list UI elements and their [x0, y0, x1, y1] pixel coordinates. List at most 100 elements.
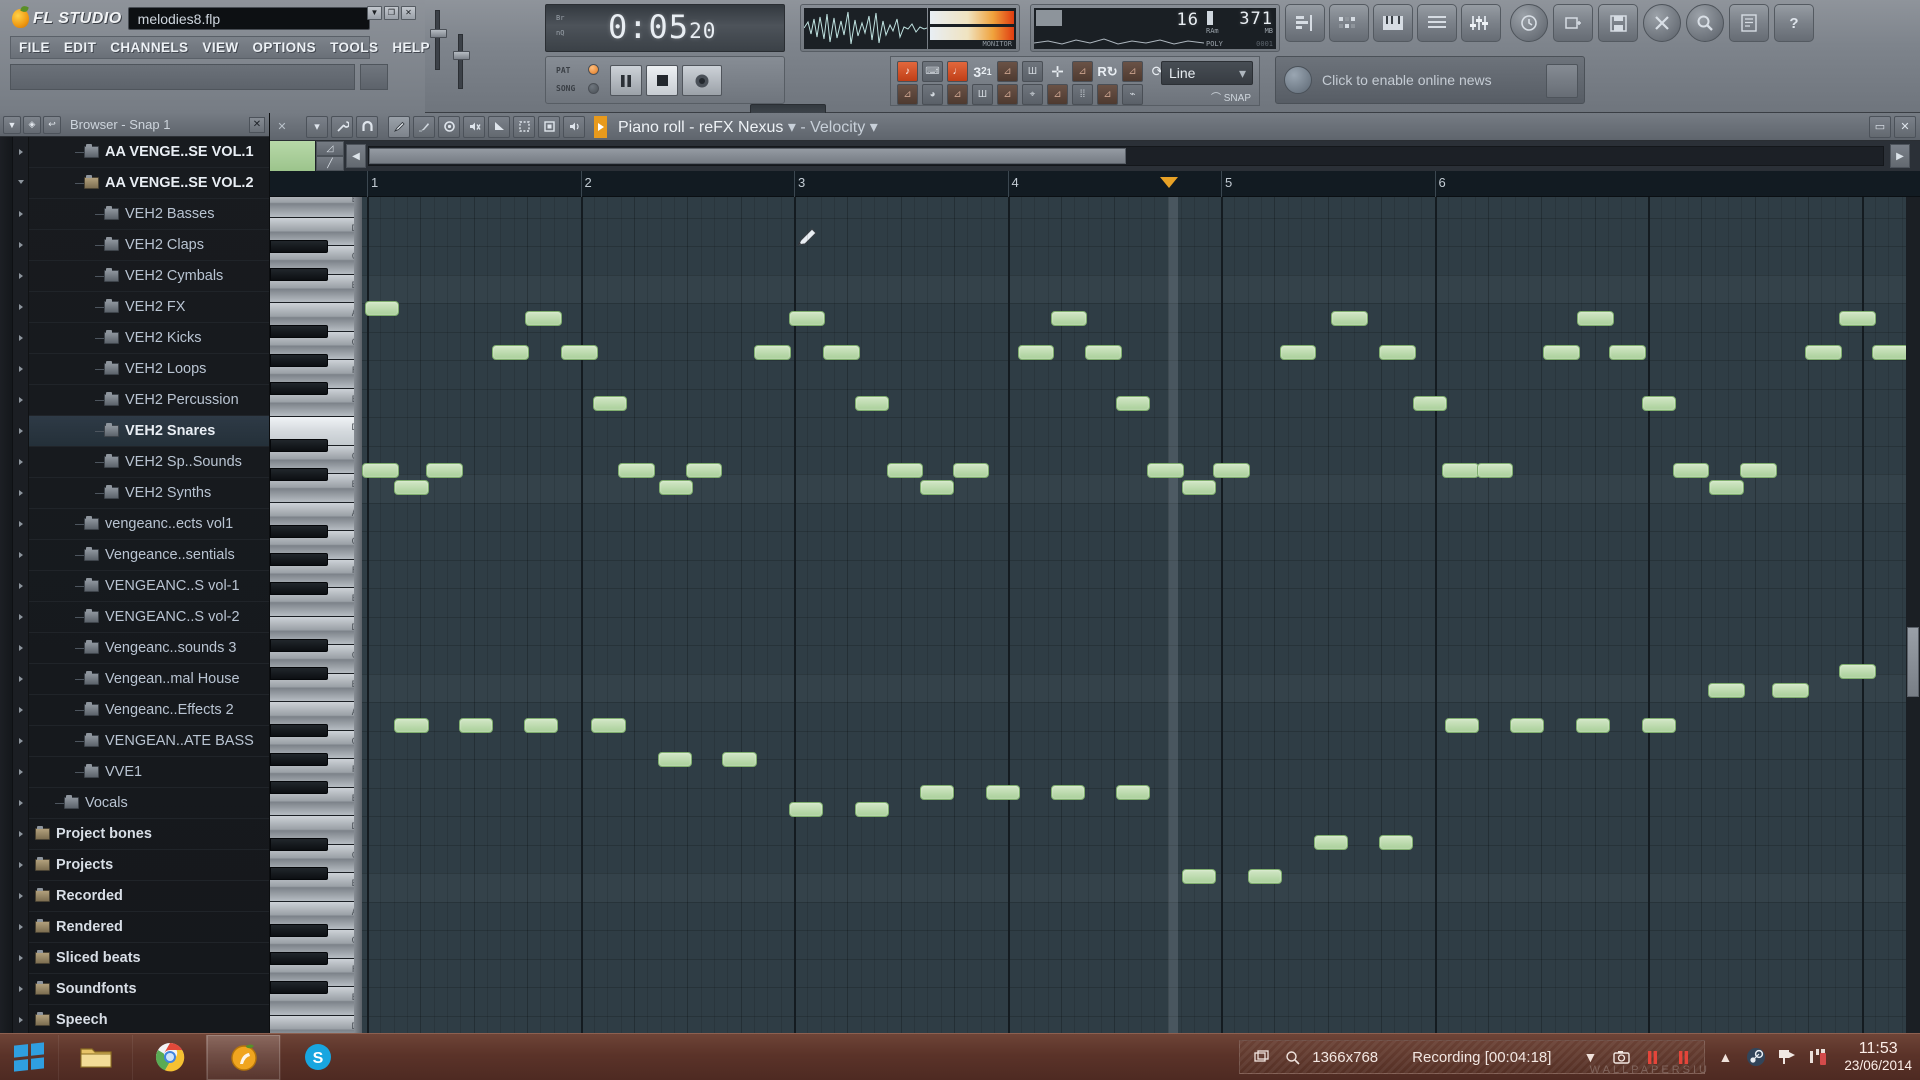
pr-minimize-button[interactable]: ▭: [1869, 115, 1891, 138]
piano-white-key[interactable]: E: [270, 197, 362, 218]
usb-icon[interactable]: [1807, 1046, 1829, 1068]
window-maximize-button[interactable]: ❐: [384, 6, 399, 20]
piano-roll-note[interactable]: [886, 462, 924, 478]
knob-icon-button[interactable]: ◕: [922, 84, 943, 105]
piano-roll-note[interactable]: [952, 462, 990, 478]
piano-roll-note[interactable]: [685, 462, 723, 478]
tree-expander[interactable]: [13, 911, 29, 943]
tree-expander[interactable]: [13, 756, 29, 788]
add-plugin-button[interactable]: [1553, 4, 1593, 42]
browser-item[interactable]: Project bones: [0, 818, 269, 850]
time-display-panel[interactable]: Br nQ 0:0520: [545, 4, 785, 52]
piano-roll-note[interactable]: [1542, 345, 1580, 361]
online-news-bar[interactable]: Click to enable online news: [1275, 56, 1585, 104]
piano-roll-note[interactable]: [1575, 717, 1611, 733]
piano-roll-note[interactable]: [1642, 717, 1677, 733]
note-grid[interactable]: [362, 197, 1920, 1033]
piano-roll-note[interactable]: [1444, 717, 1480, 733]
piano-black-key[interactable]: [270, 952, 328, 965]
tree-expander[interactable]: [13, 663, 29, 695]
mute-icon[interactable]: [463, 115, 485, 138]
scroll-right-button[interactable]: ▶: [1890, 144, 1910, 168]
piano-roll-note[interactable]: [1279, 345, 1317, 361]
piano-black-key[interactable]: [270, 638, 328, 652]
news-action-button[interactable]: [1546, 64, 1578, 98]
master-volume-slider[interactable]: [430, 10, 447, 70]
step-grid-button[interactable]: ⁞⁞: [1072, 84, 1093, 105]
slice-icon[interactable]: [488, 115, 510, 138]
piano-roll-note[interactable]: [919, 784, 954, 800]
piano-black-key[interactable]: [270, 239, 328, 253]
browser-button[interactable]: [1417, 4, 1457, 42]
piano-roll-note[interactable]: [394, 480, 429, 495]
piano-roll-note[interactable]: [426, 462, 463, 478]
notes-button[interactable]: [1729, 4, 1769, 42]
tree-expander[interactable]: [13, 229, 29, 261]
piano-black-key[interactable]: [270, 553, 328, 566]
draw-pencil-icon[interactable]: [388, 115, 410, 138]
piano-roll-note[interactable]: [854, 395, 889, 411]
horizontal-scroll-thumb[interactable]: [369, 148, 1126, 164]
piano-black-key[interactable]: [270, 382, 328, 395]
piano-roll-note[interactable]: [524, 717, 559, 733]
pattern-mode-led[interactable]: [588, 64, 599, 75]
piano-roll-note[interactable]: [1331, 311, 1368, 327]
browser-item[interactable]: VEH2 Percussion: [0, 384, 269, 416]
blend-notes-toggle[interactable]: ⊿: [1122, 61, 1143, 82]
note-color-swatch[interactable]: [270, 141, 316, 171]
tree-expander[interactable]: [13, 849, 29, 881]
menu-item-help[interactable]: HELP: [392, 40, 430, 55]
piano-roll-note[interactable]: [1181, 480, 1216, 495]
browser-menu-button[interactable]: ▼: [3, 115, 21, 134]
master-pitch-grip[interactable]: [453, 51, 470, 60]
browser-item[interactable]: VENGEANC..S vol-2: [0, 601, 269, 633]
piano-black-key[interactable]: [270, 524, 328, 538]
browser-item[interactable]: Rendered: [0, 911, 269, 943]
tree-expander[interactable]: [13, 818, 29, 850]
browser-item[interactable]: Vengeanc..sounds 3: [0, 632, 269, 664]
piano-roll-expand-arrow[interactable]: [594, 115, 607, 138]
tree-expander[interactable]: [13, 787, 29, 819]
browser-item[interactable]: Soundfonts: [0, 973, 269, 1005]
browser-item[interactable]: VEH2 Sp..Sounds: [0, 446, 269, 478]
piano-roll-note[interactable]: [1247, 869, 1283, 885]
piano-roll-note[interactable]: [1442, 462, 1480, 478]
scroll-left-button[interactable]: ◀: [346, 144, 366, 168]
browser-item[interactable]: VENGEANC..S vol-1: [0, 570, 269, 602]
project-filename-field[interactable]: melodies8.flp: [127, 7, 370, 30]
tree-expander[interactable]: [13, 291, 29, 323]
browser-back-button[interactable]: ↩: [43, 115, 61, 134]
browser-close-button[interactable]: ✕: [249, 116, 265, 133]
typing-keyboard-toggle[interactable]: ♪: [897, 61, 918, 82]
paint-brush-icon[interactable]: [413, 115, 435, 138]
piano-roll-note[interactable]: [1313, 835, 1349, 851]
pan-icon-button[interactable]: ⌁: [1122, 84, 1143, 105]
tree-expander[interactable]: [13, 601, 29, 633]
hint-progress-knob[interactable]: [360, 64, 388, 90]
piano-roll-menu-button[interactable]: ▾: [306, 115, 328, 138]
metronome-toggle[interactable]: ♩: [947, 61, 968, 82]
taskbar-item-file-explorer[interactable]: [58, 1034, 132, 1080]
song-mode-led[interactable]: [588, 83, 599, 94]
browser-item[interactable]: Vengeanc..Effects 2: [0, 694, 269, 726]
browser-item[interactable]: VEH2 Kicks: [0, 322, 269, 354]
browser-item[interactable]: VEH2 Claps: [0, 229, 269, 261]
browser-item[interactable]: Projects: [0, 849, 269, 881]
step-sequencer-button[interactable]: [1329, 4, 1369, 42]
piano-roll-note[interactable]: [1577, 311, 1614, 327]
tree-expander[interactable]: [13, 880, 29, 912]
piano-roll-control-name[interactable]: Velocity: [810, 119, 865, 136]
piano-black-key[interactable]: [270, 752, 328, 766]
piano-roll-note[interactable]: [492, 345, 529, 361]
tree-expander[interactable]: [13, 942, 29, 974]
piano-roll-note[interactable]: [1872, 345, 1909, 361]
menu-item-options[interactable]: OPTIONS: [253, 40, 317, 55]
piano-roll-note[interactable]: [985, 784, 1020, 800]
velocity-line-button[interactable]: ╱: [316, 156, 344, 171]
playhead-marker[interactable]: [1159, 177, 1178, 188]
tree-expander[interactable]: [13, 322, 29, 354]
piano-roll-note[interactable]: [1050, 311, 1088, 327]
tree-expander[interactable]: [13, 384, 29, 416]
piano-roll-title-caret[interactable]: ▾: [788, 119, 796, 136]
piano-roll-note[interactable]: [1839, 311, 1876, 327]
